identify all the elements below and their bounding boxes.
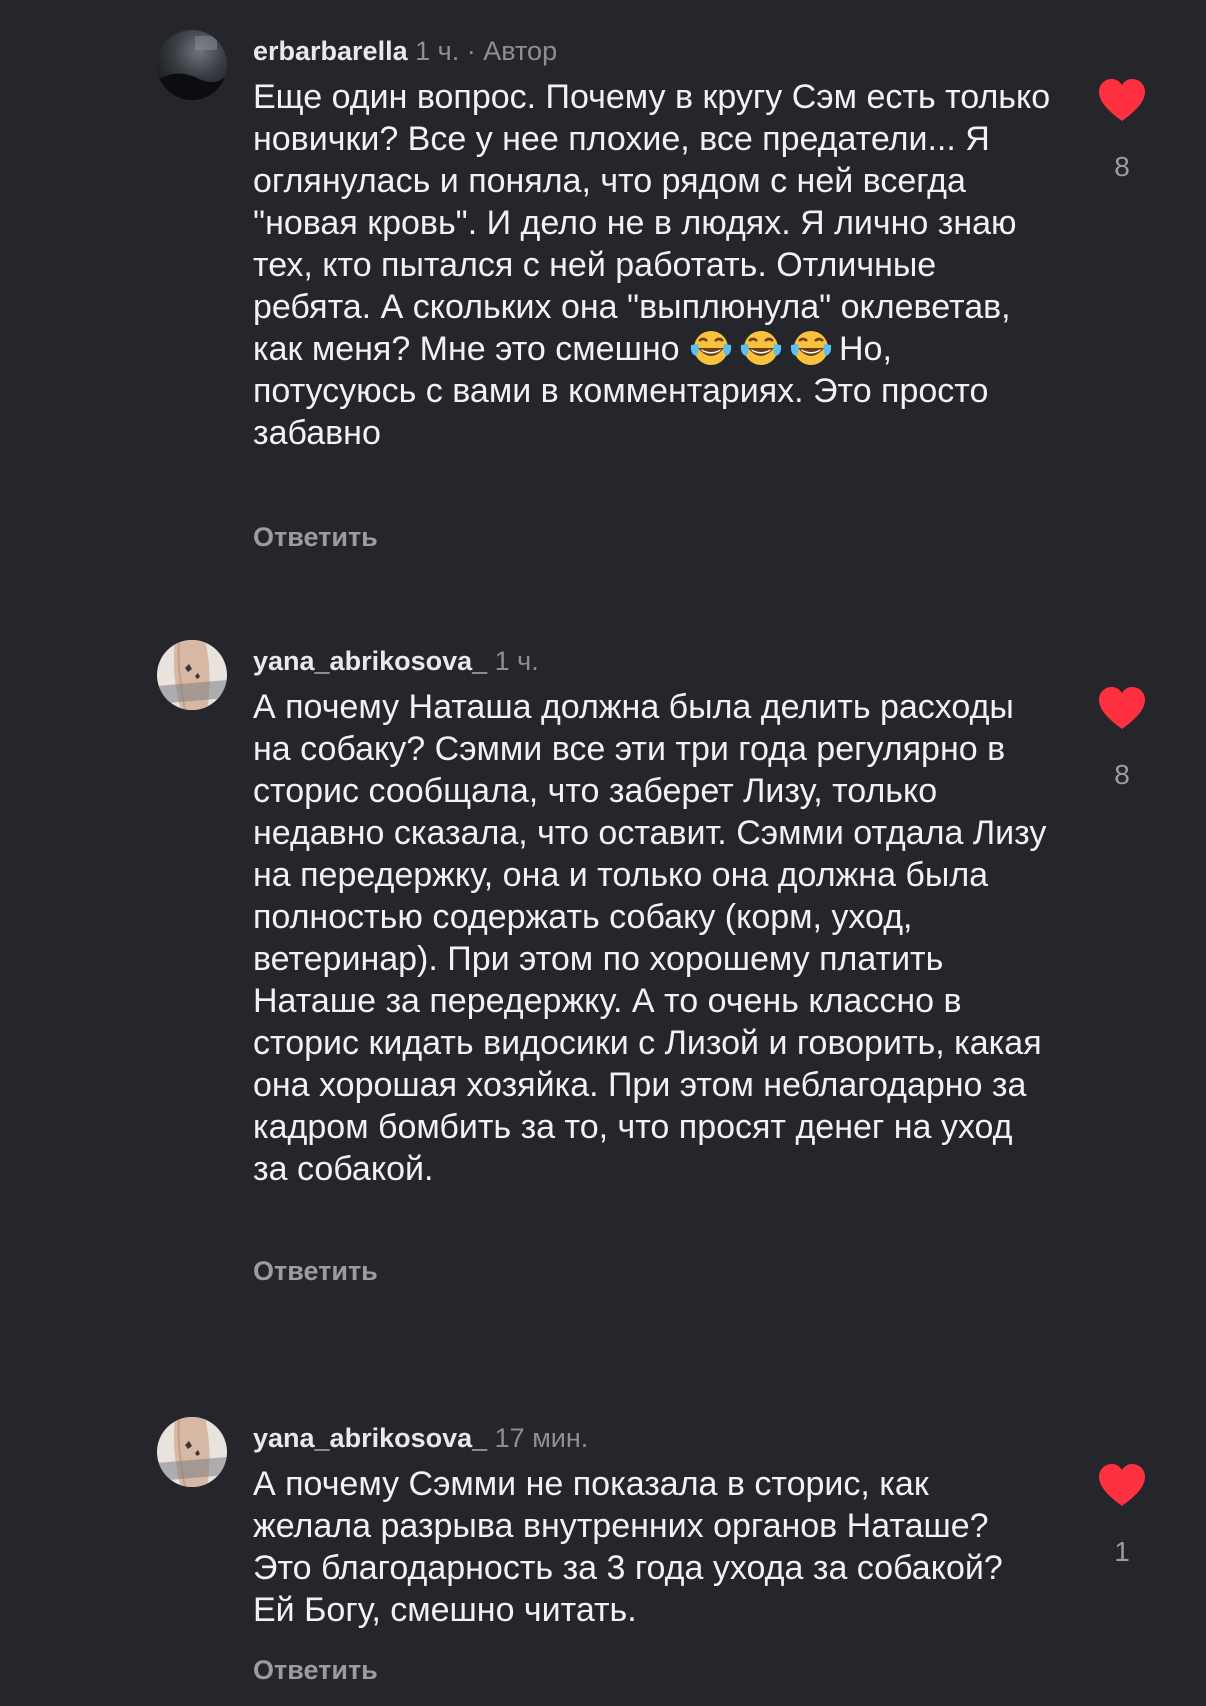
heart-icon[interactable] (1097, 1463, 1147, 1507)
author-badge: Автор (483, 36, 558, 66)
heart-icon[interactable] (1097, 686, 1147, 730)
reply-button[interactable]: Ответить (253, 1653, 378, 1687)
avatar[interactable] (157, 1417, 227, 1487)
reply-button[interactable]: Ответить (253, 1254, 378, 1288)
timestamp: 17 мин. (494, 1423, 589, 1453)
comment-text: А почему Сэмми не показала в сторис, как… (253, 1465, 1003, 1629)
comment-text-part: Еще один вопрос. Почему в кругу Сэм есть… (253, 78, 1051, 368)
username[interactable]: yana_abrikosova_ (253, 646, 487, 676)
separator: · (466, 36, 476, 66)
avatar[interactable] (157, 30, 227, 100)
reply-button[interactable]: Ответить (253, 520, 378, 554)
comment-meta: yana_abrikosova_ 1 ч. (253, 644, 539, 678)
like-count: 8 (1114, 151, 1130, 182)
comment-meta: erbarbarella 1 ч. · Автор (253, 34, 557, 68)
heart-icon[interactable] (1097, 78, 1147, 122)
timestamp: 1 ч. (415, 36, 460, 66)
comment-meta: yana_abrikosova_ 17 мин. (253, 1421, 588, 1455)
timestamp: 1 ч. (494, 646, 539, 676)
avatar[interactable] (157, 640, 227, 710)
username[interactable]: yana_abrikosova_ (253, 1423, 487, 1453)
face-with-tears-of-joy-icon (790, 331, 832, 365)
face-with-tears-of-joy-icon (740, 331, 782, 365)
like-count: 1 (1114, 1536, 1130, 1567)
comment-text: Еще один вопрос. Почему в кругу Сэм есть… (253, 76, 1053, 454)
username[interactable]: erbarbarella (253, 36, 408, 66)
comment-text: А почему Наташа должна была делить расхо… (253, 688, 1047, 1188)
face-with-tears-of-joy-icon (690, 331, 732, 365)
like-count: 8 (1114, 759, 1130, 790)
